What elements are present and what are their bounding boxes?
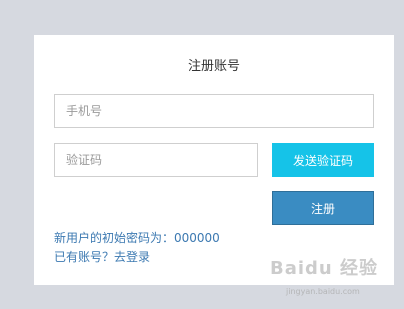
- baidu-watermark-url: jingyan.baidu.com: [286, 287, 360, 296]
- baidu-watermark-logo: Baidu 经验: [270, 258, 379, 279]
- verification-code-input[interactable]: [54, 143, 258, 177]
- send-code-button[interactable]: 发送验证码: [272, 143, 374, 177]
- initial-password-hint: 新用户的初始密码为：000000: [54, 231, 220, 245]
- login-link[interactable]: 已有账号？去登录: [54, 248, 150, 265]
- page-title: 注册账号: [187, 59, 240, 74]
- phone-input[interactable]: [54, 94, 374, 128]
- register-button[interactable]: 注册: [272, 191, 374, 225]
- register-card: 注册账号 发送验证码 注册 新用户的初始密码为：000000 已有账号？去登录: [34, 35, 394, 285]
